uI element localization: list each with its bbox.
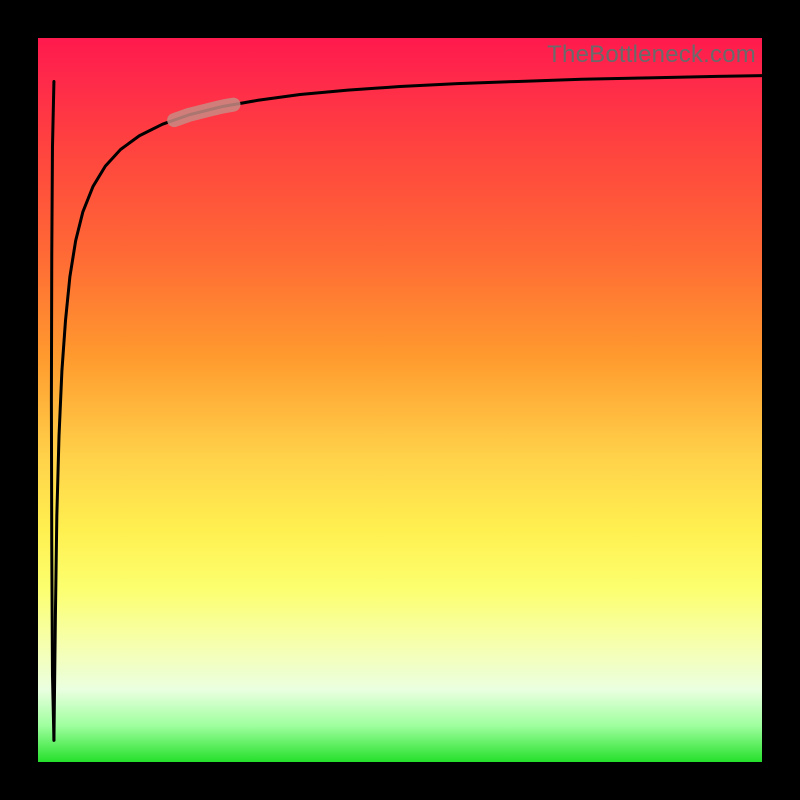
curve-line [54, 76, 762, 741]
curve-highlight-segment [174, 105, 233, 120]
chart-svg [38, 38, 762, 762]
chart-plot-area: TheBottleneck.com [38, 38, 762, 762]
chart-frame: TheBottleneck.com [0, 0, 800, 800]
curve-left-edge [51, 81, 54, 740]
